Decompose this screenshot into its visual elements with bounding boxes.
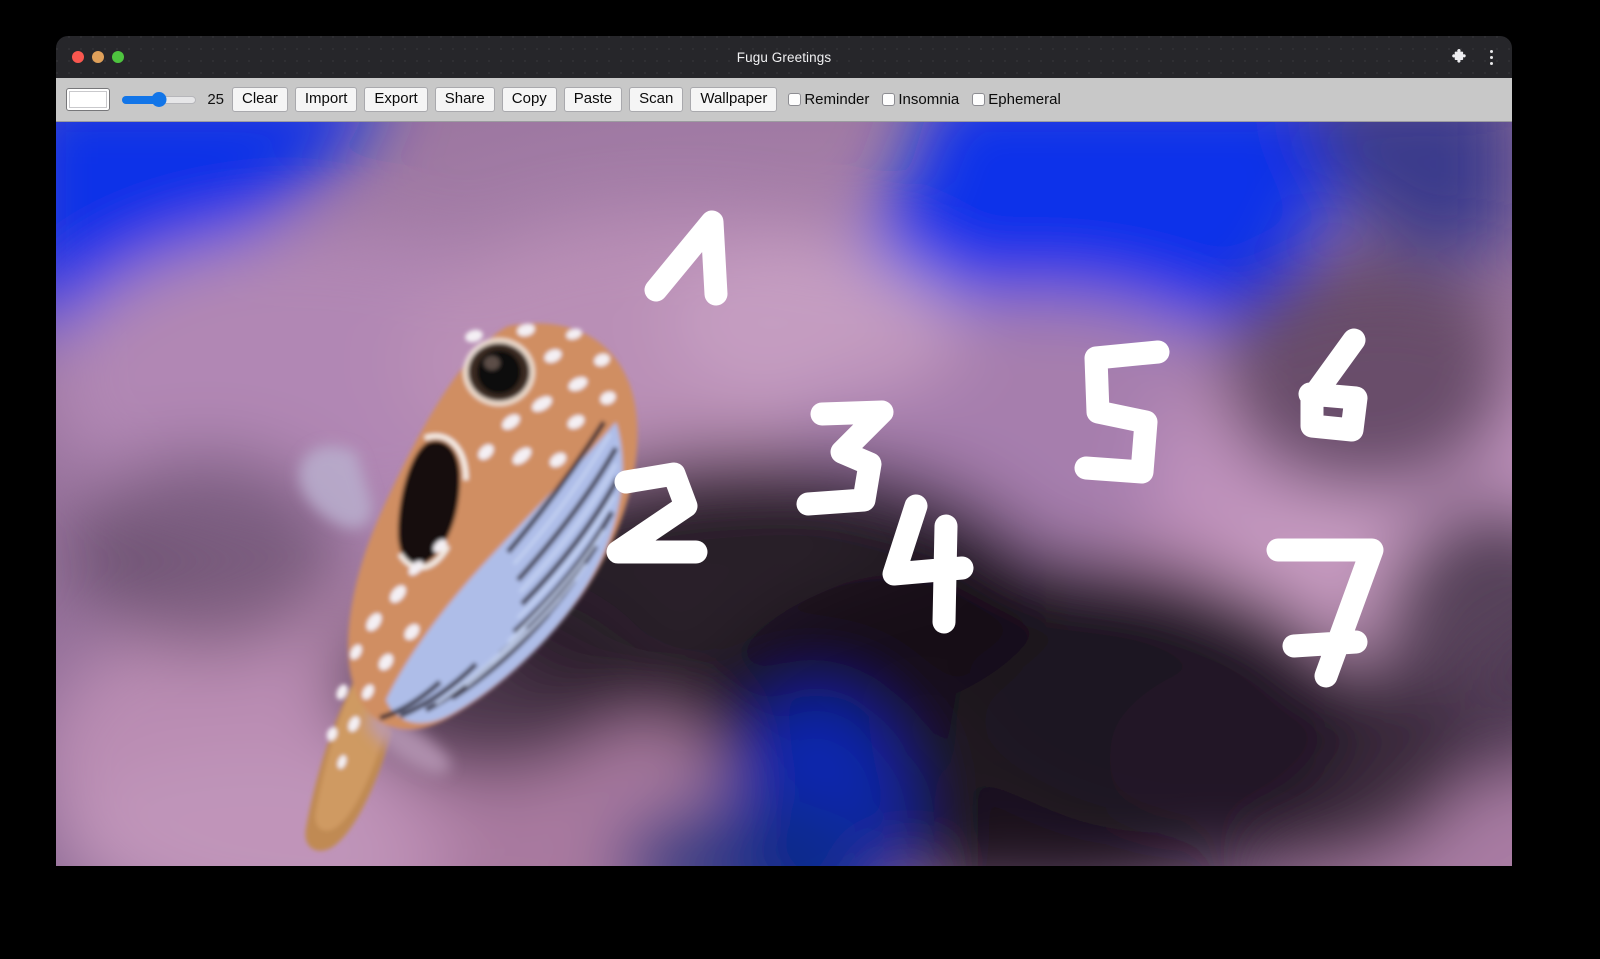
insomnia-checkbox-label: Insomnia — [898, 90, 960, 108]
insomnia-checkbox[interactable]: Insomnia — [882, 90, 960, 108]
browser-menu-icon[interactable] — [1482, 48, 1500, 66]
ephemeral-checkbox[interactable]: Ephemeral — [972, 90, 1061, 108]
ink-layer — [56, 122, 1512, 866]
drawing-canvas[interactable] — [56, 122, 1512, 866]
ink-digit-7 — [1266, 538, 1384, 688]
app-window: Fugu Greetings 25 Clear Import Export Sh… — [56, 36, 1512, 866]
ink-digit-2 — [606, 462, 708, 564]
ink-digit-1 — [644, 210, 728, 306]
maximize-window-button[interactable] — [112, 51, 124, 63]
minimize-window-button[interactable] — [92, 51, 104, 63]
ink-digit-5 — [1074, 340, 1170, 484]
title-bar[interactable]: Fugu Greetings — [56, 36, 1512, 78]
line-width-slider[interactable] — [122, 91, 196, 109]
ink-digit-3 — [796, 400, 894, 516]
ink-digit-4 — [882, 494, 974, 634]
scan-button[interactable]: Scan — [629, 87, 684, 112]
reminder-checkbox[interactable]: Reminder — [788, 90, 870, 108]
insomnia-checkbox-box[interactable] — [882, 93, 896, 106]
extensions-icon[interactable] — [1450, 48, 1468, 66]
wallpaper-button[interactable]: Wallpaper — [690, 87, 778, 112]
slider-value-label: 25 — [207, 91, 224, 108]
paste-button[interactable]: Paste — [563, 87, 623, 112]
title-bar-actions — [1450, 36, 1500, 78]
share-button[interactable]: Share — [434, 87, 495, 112]
copy-button[interactable]: Copy — [501, 87, 557, 112]
window-title: Fugu Greetings — [736, 49, 832, 65]
ephemeral-checkbox-box[interactable] — [972, 93, 986, 106]
ephemeral-checkbox-label: Ephemeral — [988, 90, 1061, 108]
window-controls[interactable] — [72, 51, 124, 63]
export-button[interactable]: Export — [364, 87, 428, 112]
ink-digit-6 — [1298, 328, 1368, 442]
slider-thumb[interactable] — [151, 92, 167, 107]
color-swatch[interactable] — [66, 88, 110, 111]
close-window-button[interactable] — [72, 51, 84, 63]
toolbar: 25 Clear Import Export Share Copy Paste … — [56, 78, 1512, 122]
reminder-checkbox-label: Reminder — [804, 90, 870, 108]
clear-button[interactable]: Clear — [232, 87, 288, 112]
reminder-checkbox-box[interactable] — [788, 93, 802, 106]
import-button[interactable]: Import — [294, 87, 358, 112]
screen-root: Fugu Greetings 25 Clear Import Export Sh… — [0, 0, 1600, 959]
